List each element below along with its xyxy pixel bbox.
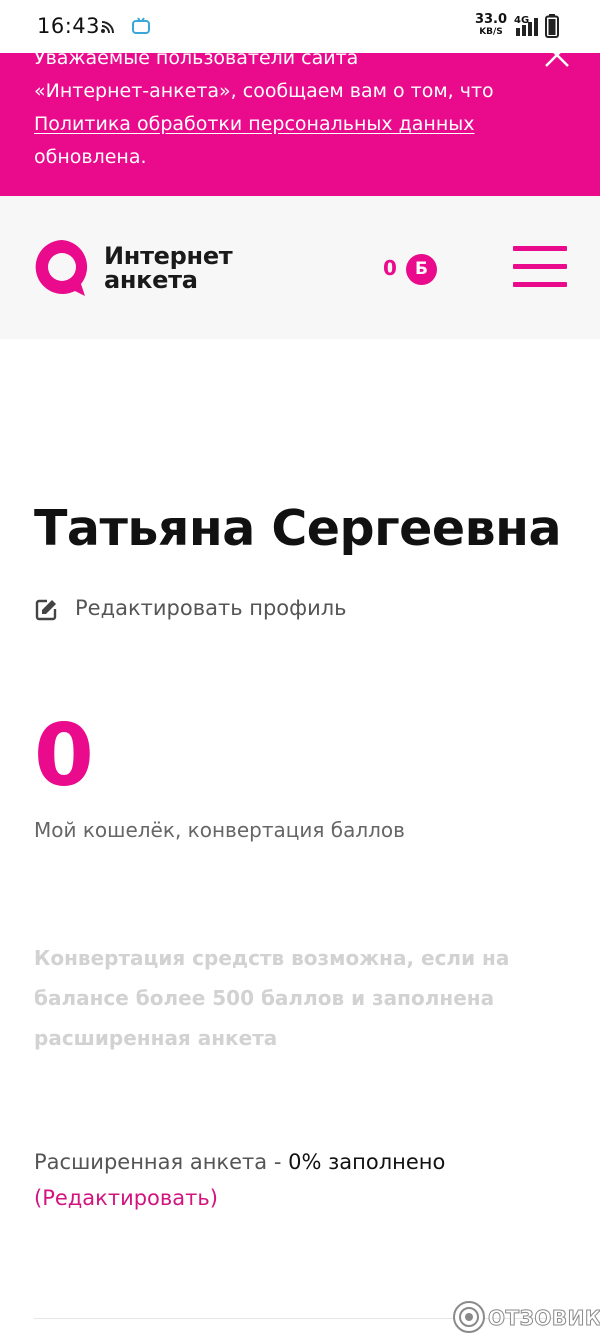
extended-profile-status: Расширенная анкета - 0% заполнено (Редак… — [34, 1144, 445, 1216]
battery-icon — [545, 14, 559, 42]
wallet-balance: 0 — [34, 706, 94, 806]
wallet-caption: Мой кошелёк, конвертация баллов — [34, 818, 405, 842]
watermark-text: ОТЗОВИК — [488, 1306, 600, 1331]
site-logo[interactable]: Интернет анкета — [33, 238, 233, 298]
privacy-policy-link[interactable]: Политика обработки персональных данных — [34, 113, 475, 135]
points-badge: Б — [406, 254, 437, 285]
watermark-logo-icon — [453, 1301, 485, 1333]
banner-line-1: «Интернет-анкета», сообщаем вам о том, ч… — [34, 80, 494, 102]
conversion-note-line: балансе более 500 баллов и заполнена — [34, 986, 495, 1010]
banner-line-3: обновлена. — [34, 146, 147, 168]
logo-mark-icon — [33, 238, 93, 302]
conversion-note-line: Конвертация средств возможна, если на — [34, 946, 510, 970]
hamburger-menu-icon[interactable] — [513, 246, 567, 288]
status-time: 16:43 — [37, 14, 101, 38]
policy-update-banner: Уважаемые пользователи сайта «Интернет-а… — [0, 53, 600, 196]
points-value: 0 — [383, 256, 397, 280]
logo-text: Интернет анкета — [104, 242, 233, 294]
user-name: Татьяна Сергеевна — [34, 500, 562, 557]
app-notification-icon — [131, 16, 151, 40]
conversion-note-line: расширенная анкета — [34, 1026, 278, 1050]
close-icon[interactable] — [543, 53, 571, 69]
conversion-note: Конвертация средств возможна, если на ба… — [34, 938, 534, 1058]
watermark: ОТЗОВИК — [452, 1300, 600, 1336]
status-bar: 16:43 33.0 KB/S 4G — [0, 0, 600, 53]
signal-icon — [516, 18, 540, 40]
extended-profile-dash: - — [273, 1150, 282, 1174]
extended-profile-edit-link[interactable]: (Редактировать) — [34, 1186, 218, 1210]
edit-icon — [35, 599, 57, 621]
cast-icon — [101, 18, 117, 37]
network-speed: 33.0 KB/S — [474, 12, 508, 37]
extended-profile-label: Расширенная анкета — [34, 1150, 268, 1174]
banner-line-partial: Уважаемые пользователи сайта — [34, 53, 359, 69]
edit-profile-label: Редактировать профиль — [75, 596, 347, 620]
banner-text: Уважаемые пользователи сайта «Интернет-а… — [34, 53, 554, 174]
site-header: Интернет анкета 0 Б — [0, 196, 600, 339]
extended-profile-progress: 0% заполнено — [288, 1150, 446, 1174]
